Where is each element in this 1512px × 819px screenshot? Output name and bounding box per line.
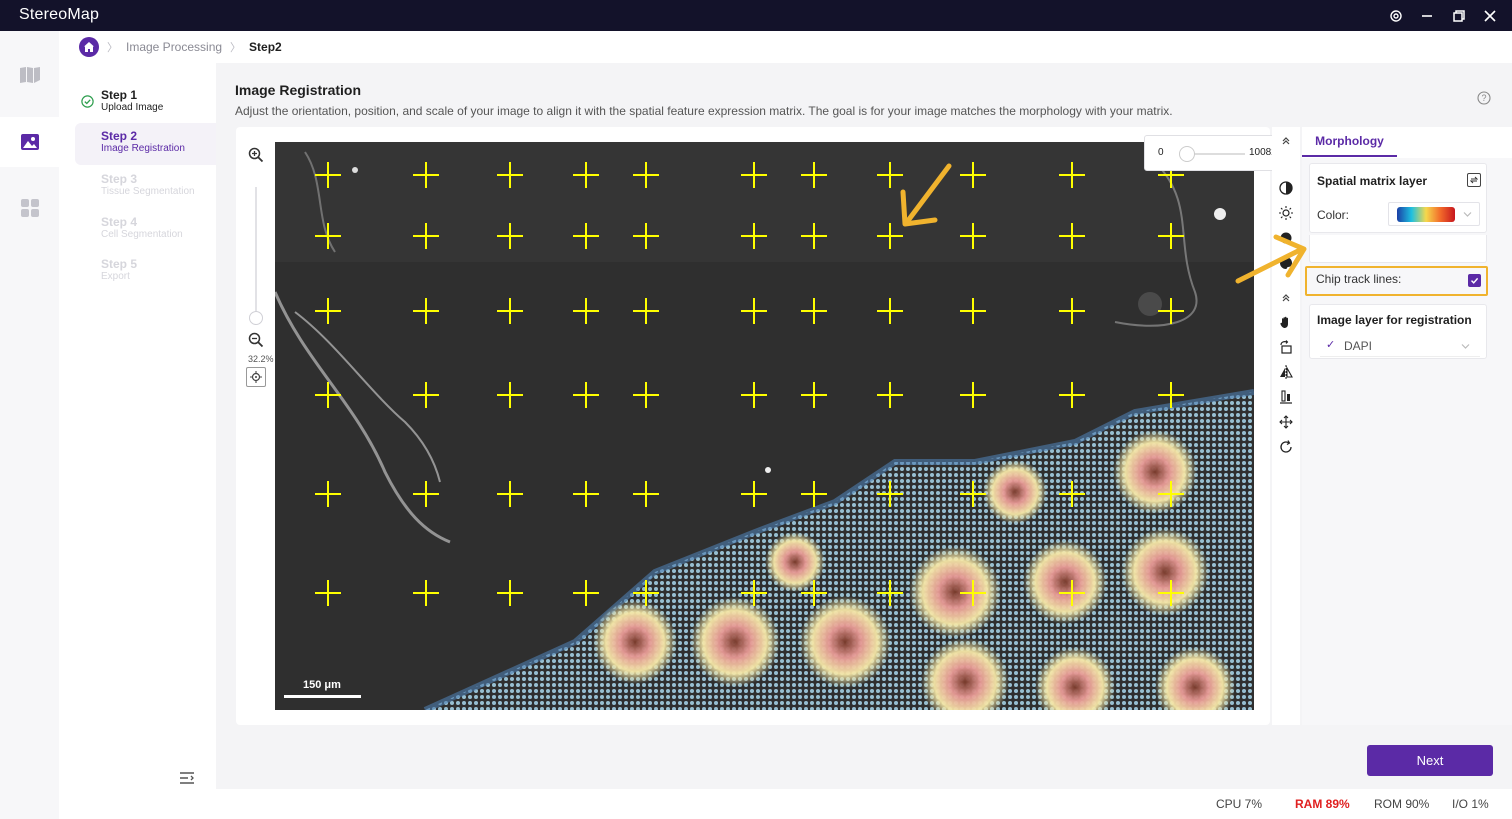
next-button[interactable]: Next <box>1367 745 1493 776</box>
rom-usage: ROM 90% <box>1374 797 1430 811</box>
step-2[interactable]: Step 2 Image Registration <box>75 123 216 165</box>
close-icon[interactable] <box>1479 5 1501 27</box>
chevron-down-icon <box>1461 344 1470 349</box>
zoom-slider[interactable] <box>255 187 257 317</box>
apps-icon[interactable] <box>0 183 59 233</box>
step-4: Step 4 Cell Segmentation <box>75 209 216 251</box>
reset-icon[interactable] <box>1276 437 1296 457</box>
chevron-right-icon: 〉 <box>230 42 242 54</box>
swap-icon[interactable] <box>1467 173 1481 187</box>
tool-strip <box>1272 127 1300 725</box>
step-desc: Export <box>101 271 130 282</box>
cpu-usage: CPU 7% <box>1216 797 1263 811</box>
check-icon: ✓ <box>1326 339 1336 351</box>
collapse-up-icon[interactable] <box>1276 288 1296 308</box>
image-layer-value: DAPI <box>1344 339 1373 353</box>
section-title: Spatial matrix layer <box>1317 174 1428 188</box>
main-content: Image Registration Adjust the orientatio… <box>216 63 1512 789</box>
step-3: Step 3 Tissue Segmentation <box>75 166 216 208</box>
chevron-right-icon: 〉 <box>107 42 118 54</box>
canvas-card: 32.2% 150 μm 0 10082 <box>236 127 1288 725</box>
pan-hand-icon[interactable] <box>1276 312 1296 332</box>
page-title: Image Registration <box>235 82 362 98</box>
steps-sidebar: Step 1 Upload Image Step 2 Image Registr… <box>59 63 216 819</box>
check-circle-icon <box>81 95 94 113</box>
image-icon[interactable] <box>0 117 59 167</box>
flip-icon[interactable] <box>1276 362 1296 382</box>
breadcrumb-current: Step2 <box>249 40 282 54</box>
fit-view-icon[interactable] <box>246 367 266 387</box>
align-icon[interactable] <box>1276 387 1296 407</box>
tab-morphology[interactable]: Morphology <box>1302 127 1397 157</box>
step-1[interactable]: Step 1 Upload Image <box>75 82 216 124</box>
page-description: Adjust the orientation, position, and sc… <box>235 104 1173 118</box>
breadcrumb: 〉 Image Processing 〉 Step2 <box>59 31 1512 63</box>
range-thumb[interactable] <box>1179 146 1195 162</box>
color-label: Color: <box>1317 208 1350 222</box>
home-icon[interactable] <box>79 37 99 57</box>
rotate-icon[interactable] <box>1276 337 1296 357</box>
zoom-level: 32.2% <box>248 354 274 364</box>
scale-bar-label: 150 μm <box>303 679 341 691</box>
range-min: 0 <box>1158 147 1164 158</box>
contrast-icon[interactable] <box>1276 178 1296 198</box>
chip-track-label: Chip track lines: <box>1316 272 1402 286</box>
image-layer-select[interactable]: ✓ DAPI <box>1320 335 1480 357</box>
step-name: Step 1 <box>101 88 138 102</box>
step-name: Step 4 <box>101 215 138 229</box>
svg-text:?: ? <box>1481 93 1486 103</box>
annotation-arrow <box>900 163 952 227</box>
nav-rail <box>0 31 59 819</box>
step-name: Step 5 <box>101 257 138 271</box>
registration-viewer[interactable]: 150 μm <box>275 142 1254 710</box>
properties-panel: Morphology Spatial matrix layer Color: C… <box>1302 127 1512 725</box>
zoom-slider-thumb[interactable] <box>249 311 263 325</box>
title-bar: StereoMap <box>0 0 1512 31</box>
colormap-swatch <box>1397 207 1455 222</box>
breadcrumb-image-processing[interactable]: Image Processing <box>126 40 222 54</box>
section-title: Image layer for registration <box>1317 313 1472 327</box>
chip-track-checkbox[interactable] <box>1468 274 1481 287</box>
step-desc: Cell Segmentation <box>101 229 183 240</box>
image-layer-section: Image layer for registration ✓ DAPI <box>1309 304 1487 359</box>
step-name: Step 2 <box>101 129 138 143</box>
zoom-in-icon[interactable] <box>248 147 264 168</box>
ram-usage: RAM 89% <box>1295 797 1350 811</box>
spatial-matrix-section: Spatial matrix layer Color: <box>1309 163 1487 233</box>
app-title: StereoMap <box>19 6 100 23</box>
zoom-out-icon[interactable] <box>248 332 264 353</box>
io-usage: I/O 1% <box>1452 797 1489 811</box>
step-desc: Image Registration <box>101 143 185 154</box>
step-5: Step 5 Export <box>75 251 216 293</box>
chevron-down-icon <box>1463 212 1472 217</box>
step-name: Step 3 <box>101 172 138 186</box>
brightness-icon[interactable] <box>1276 203 1296 223</box>
status-bar: CPU 7% RAM 89% ROM 90% I/O 1% <box>59 789 1512 819</box>
settings-icon[interactable] <box>1385 5 1407 27</box>
help-icon[interactable]: ? <box>1477 91 1491 110</box>
colormap-select[interactable] <box>1388 202 1480 226</box>
collapse-sidebar-icon[interactable] <box>179 771 195 790</box>
restore-icon[interactable] <box>1448 5 1470 27</box>
minimize-icon[interactable] <box>1416 5 1438 27</box>
move-icon[interactable] <box>1276 412 1296 432</box>
chip-track-row <box>1309 235 1487 263</box>
step-desc: Tissue Segmentation <box>101 186 195 197</box>
map-icon[interactable] <box>0 50 59 100</box>
intensity-range-slider[interactable]: 0 10082 <box>1144 135 1288 171</box>
collapse-up-icon[interactable] <box>1276 131 1296 151</box>
annotation-arrow <box>1235 234 1307 284</box>
panel-body: Spatial matrix layer Color: Chip track l… <box>1302 158 1512 725</box>
step-desc: Upload Image <box>101 102 164 113</box>
